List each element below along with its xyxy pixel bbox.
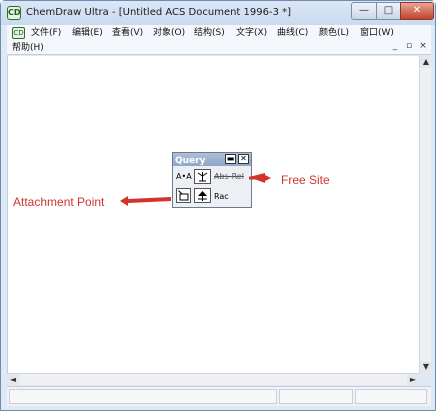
attachment-point-arrow [120, 196, 171, 206]
attachment-point-annotation: Attachment Point [13, 195, 105, 209]
app-window: CD ChemDraw Ultra - [Untitled ACS Docume… [0, 0, 436, 411]
free-site-annotation: Free Site [281, 173, 330, 187]
